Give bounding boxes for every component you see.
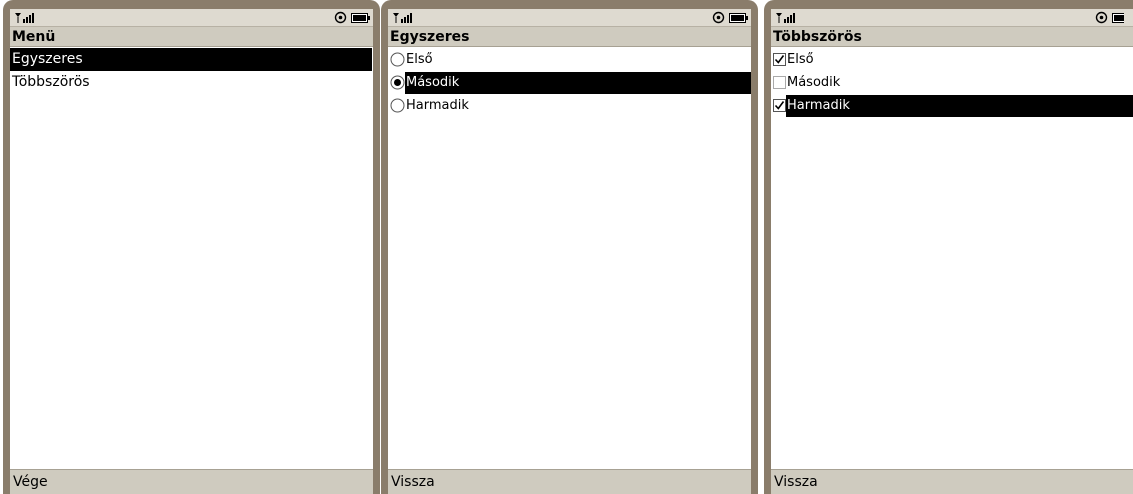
radio-option-masodik[interactable]: Második bbox=[388, 71, 751, 94]
checkbox-list: Első Második Harmadik bbox=[771, 48, 1133, 117]
signal-icon bbox=[776, 13, 795, 23]
soft-key-vissza[interactable]: Vissza bbox=[771, 469, 1133, 494]
settings-icon bbox=[712, 11, 725, 24]
status-bar bbox=[771, 9, 1133, 27]
screen: Menü Egyszeres Többszörös Vége bbox=[10, 9, 373, 494]
checkbox-option-masodik[interactable]: Második bbox=[771, 71, 1133, 94]
soft-key-vissza[interactable]: Vissza bbox=[388, 469, 751, 494]
settings-icon bbox=[1095, 11, 1108, 24]
phone-screen-tobbszoros: Többszörös Első Második Harmadik Vissza bbox=[764, 0, 1133, 494]
checkbox-option-harmadik[interactable]: Harmadik bbox=[771, 94, 1133, 117]
phone-screen-menu: Menü Egyszeres Többszörös Vége bbox=[3, 0, 380, 494]
checkbox-icon[interactable] bbox=[773, 76, 786, 89]
soft-key-vege[interactable]: Vége bbox=[10, 469, 373, 494]
menu-list: Egyszeres Többszörös bbox=[10, 48, 373, 94]
radio-option-harmadik[interactable]: Harmadik bbox=[388, 94, 751, 117]
radio-icon[interactable] bbox=[390, 52, 405, 67]
signal-icon bbox=[393, 13, 412, 23]
status-bar bbox=[10, 9, 373, 27]
radio-option-elso[interactable]: Első bbox=[388, 48, 751, 71]
radio-list: Első Második Harmadik bbox=[388, 48, 751, 117]
menu-item-label: Többszörös bbox=[12, 74, 90, 90]
radio-option-label: Harmadik bbox=[406, 97, 469, 113]
menu-item-label: Egyszeres bbox=[12, 51, 83, 67]
battery-icon bbox=[1112, 12, 1124, 23]
radio-option-label: Második bbox=[405, 71, 751, 94]
checkbox-icon[interactable] bbox=[773, 99, 786, 112]
menu-item-egyszeres[interactable]: Egyszeres bbox=[10, 48, 372, 71]
checkbox-option-label: Első bbox=[787, 51, 814, 67]
signal-icon bbox=[15, 13, 34, 23]
radio-icon[interactable] bbox=[390, 98, 405, 113]
status-bar bbox=[388, 9, 751, 27]
screen: Egyszeres Első Második Harmadik Vissza bbox=[388, 9, 751, 494]
checkbox-option-label: Második bbox=[787, 74, 841, 90]
screen-title: Többszörös bbox=[771, 27, 1133, 47]
radio-icon[interactable] bbox=[390, 75, 405, 90]
checkbox-option-label: Harmadik bbox=[786, 94, 1133, 117]
checkbox-option-elso[interactable]: Első bbox=[771, 48, 1133, 71]
checkbox-icon[interactable] bbox=[773, 53, 786, 66]
screen: Többszörös Első Második Harmadik Vissza bbox=[771, 9, 1133, 494]
settings-icon bbox=[334, 11, 347, 24]
battery-icon bbox=[351, 12, 370, 23]
screen-title: Egyszeres bbox=[388, 27, 751, 47]
battery-icon bbox=[729, 12, 748, 23]
phone-screen-egyszeres: Egyszeres Első Második Harmadik Vissza bbox=[381, 0, 758, 494]
menu-item-tobbszoros[interactable]: Többszörös bbox=[10, 71, 373, 94]
screen-title: Menü bbox=[10, 27, 373, 47]
radio-option-label: Első bbox=[406, 51, 433, 67]
